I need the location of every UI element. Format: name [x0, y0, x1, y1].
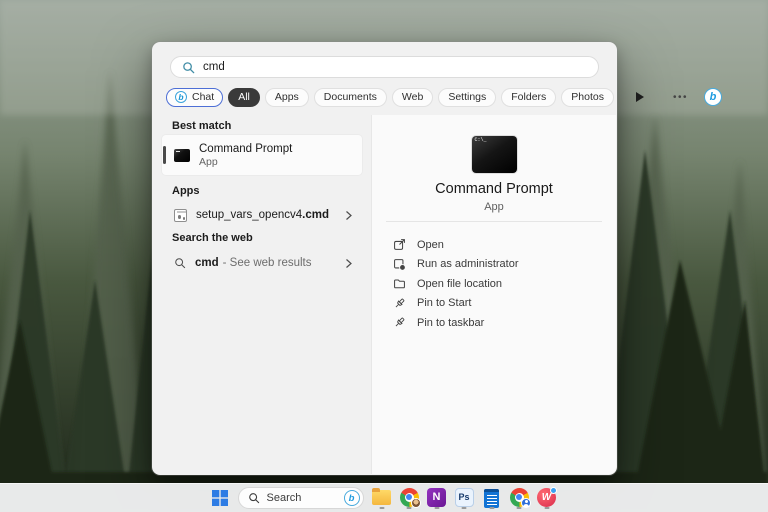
bing-icon[interactable]: b — [704, 88, 722, 106]
search-icon — [182, 61, 195, 74]
preview-title: Command Prompt — [372, 181, 616, 197]
taskbar-photoshop[interactable]: Ps — [455, 488, 474, 509]
bing-icon: b — [344, 490, 360, 506]
action-label: Open file location — [417, 278, 502, 290]
chevron-right-icon — [344, 258, 353, 269]
taskbar: Search b N Ps W — [0, 483, 768, 512]
section-heading-best-match: Best match — [172, 120, 231, 132]
filter-chat-label: Chat — [192, 91, 214, 103]
expand-filters-icon[interactable] — [636, 92, 644, 102]
result-web-search[interactable]: cmd - See web results — [162, 249, 362, 277]
filter-tab-web[interactable]: Web — [392, 88, 433, 107]
filter-tab-settings[interactable]: Settings — [438, 88, 496, 107]
result-command-prompt[interactable]: Command Prompt App — [162, 135, 362, 175]
action-pin-to-start[interactable]: Pin to Start — [372, 294, 616, 314]
bing-chat-icon: b — [175, 91, 187, 103]
taskbar-file-explorer[interactable] — [372, 488, 391, 509]
taskbar-chrome-profile-1[interactable] — [400, 488, 419, 509]
search-query-text: cmd — [203, 61, 225, 73]
profile-avatar — [521, 498, 531, 508]
filter-tab-all[interactable]: All — [228, 88, 260, 107]
taskbar-chrome-profile-2[interactable] — [510, 488, 529, 509]
web-search-icon — [174, 257, 186, 269]
action-open-file-location[interactable]: Open file location — [372, 274, 616, 294]
result-setup-vars-opencv4[interactable]: setup_vars_opencv4.cmd — [162, 201, 362, 229]
filter-tab-photos[interactable]: Photos — [561, 88, 614, 107]
search-icon — [248, 492, 260, 504]
preview-pane: Command Prompt App Open — [371, 115, 616, 474]
search-flyout: cmd b Chat All Apps Documents Web Settin… — [152, 42, 617, 475]
filter-chat[interactable]: b Chat — [166, 88, 223, 107]
action-label: Pin to taskbar — [417, 317, 484, 329]
action-run-as-administrator[interactable]: Run as administrator — [372, 255, 616, 275]
web-suffix: - See web results — [223, 257, 312, 269]
open-icon — [393, 238, 406, 251]
result-title: Command Prompt — [199, 142, 292, 156]
preview-subtitle: App — [372, 201, 616, 213]
onenote-icon: N — [427, 488, 446, 507]
pin-icon — [393, 297, 406, 310]
chrome-icon — [400, 488, 419, 507]
pin-icon — [393, 316, 406, 329]
command-prompt-large-icon — [472, 136, 517, 173]
chrome-icon — [510, 488, 529, 507]
file-explorer-icon — [372, 490, 391, 505]
search-input[interactable]: cmd — [170, 56, 599, 78]
result-subtitle: App — [199, 156, 292, 169]
file-name: setup_vars_opencv4 — [196, 209, 302, 221]
taskbar-wps-office[interactable]: W — [537, 488, 556, 509]
action-label: Pin to Start — [417, 297, 471, 309]
action-list: Open Run as administrator Open file loca… — [372, 235, 616, 333]
command-prompt-icon — [174, 149, 190, 162]
chevron-right-icon — [344, 210, 353, 221]
filter-bar: b Chat All Apps Documents Web Settings F… — [166, 87, 601, 107]
selection-accent-bar — [163, 146, 166, 164]
more-options-icon[interactable]: ••• — [673, 92, 688, 103]
section-heading-search-web: Search the web — [172, 232, 253, 244]
taskbar-onenote[interactable]: N — [427, 488, 446, 509]
notebook-icon — [484, 489, 499, 508]
taskbar-notebook-app[interactable] — [482, 488, 501, 509]
web-query: cmd — [195, 257, 219, 269]
profile-avatar — [411, 498, 421, 508]
action-pin-to-taskbar[interactable]: Pin to taskbar — [372, 313, 616, 333]
action-open[interactable]: Open — [372, 235, 616, 255]
taskbar-search-label: Search — [267, 492, 337, 504]
action-label: Open — [417, 239, 444, 251]
file-ext: .cmd — [302, 209, 329, 221]
start-button[interactable] — [212, 490, 228, 506]
taskbar-search-box[interactable]: Search b — [238, 487, 364, 509]
desktop: cmd b Chat All Apps Documents Web Settin… — [0, 0, 768, 512]
filter-tab-folders[interactable]: Folders — [501, 88, 556, 107]
folder-icon — [393, 277, 406, 290]
photoshop-icon: Ps — [455, 488, 474, 507]
section-heading-apps: Apps — [172, 185, 200, 197]
admin-icon — [393, 258, 406, 271]
filter-tab-documents[interactable]: Documents — [314, 88, 387, 107]
action-label: Run as administrator — [417, 258, 519, 270]
filter-tab-apps[interactable]: Apps — [265, 88, 309, 107]
wps-office-icon: W — [537, 488, 556, 507]
batch-file-icon — [174, 209, 187, 222]
divider — [386, 221, 602, 222]
